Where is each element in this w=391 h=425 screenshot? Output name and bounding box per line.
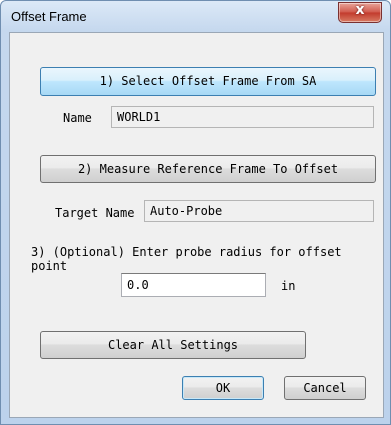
- cancel-label: Cancel: [303, 381, 347, 395]
- name-label: Name: [63, 111, 92, 125]
- title-bar[interactable]: Offset Frame x: [1, 1, 390, 32]
- close-button[interactable]: x: [338, 2, 382, 23]
- measure-reference-frame-button[interactable]: 2) Measure Reference Frame To Offset: [40, 155, 376, 183]
- select-offset-frame-label: 1) Select Offset Frame From SA: [99, 74, 317, 88]
- ok-label: OK: [215, 381, 231, 395]
- clear-all-settings-label: Clear All Settings: [107, 338, 239, 352]
- name-field: WORLD1: [111, 106, 374, 128]
- dialog-title: Offset Frame: [11, 9, 87, 24]
- probe-radius-instruction: 3) (Optional) Enter probe radius for off…: [31, 245, 342, 273]
- select-offset-frame-button[interactable]: 1) Select Offset Frame From SA: [40, 67, 376, 96]
- measure-reference-frame-label: 2) Measure Reference Frame To Offset: [77, 162, 339, 176]
- radius-unit-label: in: [281, 279, 296, 293]
- target-name-label: Target Name: [55, 206, 135, 220]
- ok-button[interactable]: OK: [182, 376, 264, 400]
- offset-frame-dialog: Offset Frame x 1) Select Offset Frame Fr…: [0, 0, 391, 425]
- target-name-field: Auto-Probe: [144, 200, 374, 222]
- probe-radius-input[interactable]: [121, 273, 266, 297]
- cancel-button[interactable]: Cancel: [284, 376, 366, 400]
- close-icon: x: [355, 2, 365, 18]
- clear-all-settings-button[interactable]: Clear All Settings: [40, 331, 306, 359]
- dialog-body: 1) Select Offset Frame From SA Name WORL…: [9, 32, 384, 418]
